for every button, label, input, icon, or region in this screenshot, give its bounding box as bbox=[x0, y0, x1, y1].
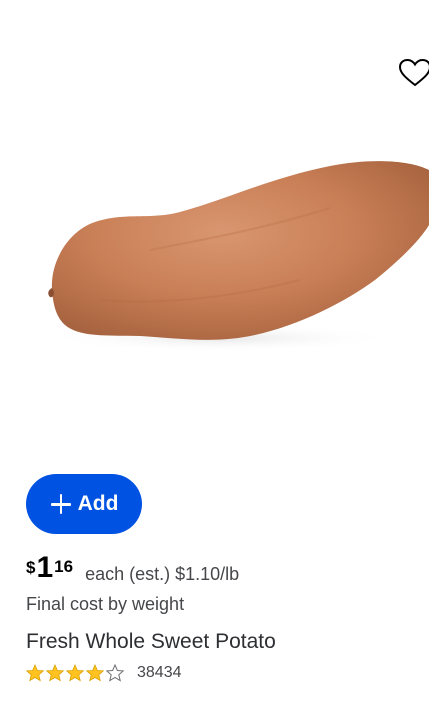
plus-icon bbox=[50, 493, 72, 515]
star-filled-icon bbox=[66, 664, 84, 682]
favorite-button[interactable] bbox=[398, 58, 429, 88]
product-image[interactable] bbox=[0, 130, 429, 390]
star-rating bbox=[26, 664, 124, 682]
price: $ 1 16 each (est.) $1.10/lb bbox=[26, 553, 239, 587]
final-cost-note: Final cost by weight bbox=[26, 594, 185, 614]
star-filled-icon bbox=[86, 664, 104, 682]
price-cents: 16 bbox=[54, 557, 74, 576]
review-count: 38434 bbox=[137, 664, 182, 681]
price-currency: $ bbox=[26, 558, 36, 577]
rating[interactable]: 38434 bbox=[26, 664, 182, 682]
heart-outline-icon bbox=[398, 58, 429, 87]
price-per-unit: each (est.) $1.10/lb bbox=[85, 564, 240, 584]
product-title[interactable]: Fresh Whole Sweet Potato bbox=[26, 630, 276, 654]
add-button-label: Add bbox=[77, 492, 119, 515]
star-filled-icon bbox=[26, 664, 44, 682]
price-whole: 1 bbox=[36, 551, 54, 584]
star-filled-icon bbox=[46, 664, 64, 682]
product-card: Add $ 1 16 each (est.) $1.10/lb Final co… bbox=[0, 0, 429, 725]
star-empty-icon bbox=[106, 664, 124, 682]
add-to-cart-button[interactable]: Add bbox=[26, 474, 142, 534]
